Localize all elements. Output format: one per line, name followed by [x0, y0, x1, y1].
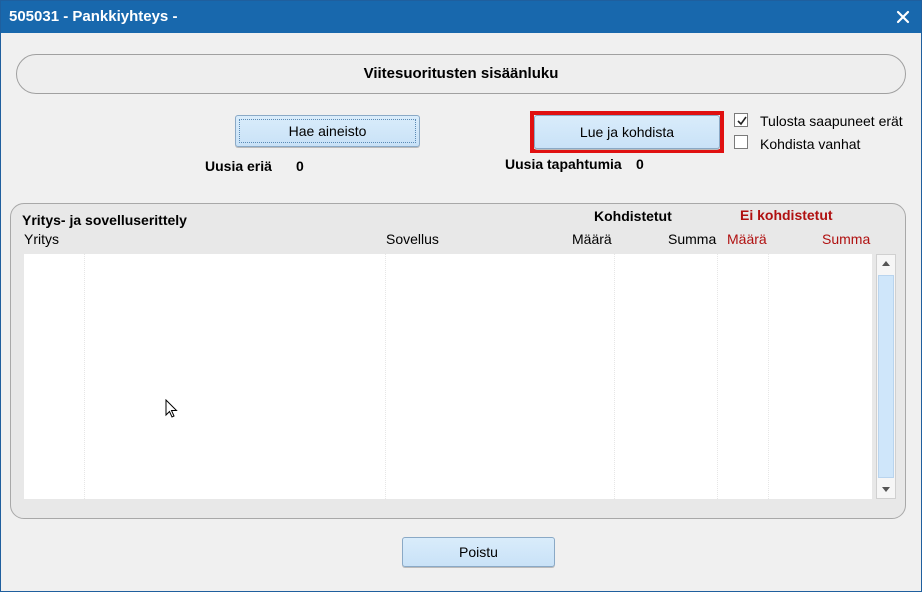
- title-bar[interactable]: 505031 - Pankkiyhteys -: [1, 1, 921, 33]
- close-icon[interactable]: [895, 9, 911, 25]
- matched-group-header: Kohdistetut: [594, 208, 672, 224]
- new-transactions-value: 0: [636, 156, 644, 172]
- new-batches-value: 0: [296, 158, 304, 174]
- match-old-label: Kohdista vanhat: [760, 136, 861, 152]
- read-and-match-label: Lue ja kohdista: [579, 124, 675, 140]
- scroll-track[interactable]: [878, 275, 894, 478]
- new-transactions-label: Uusia tapahtumia: [505, 156, 622, 172]
- column-header-unmatched-sum[interactable]: Summa: [822, 231, 870, 247]
- exit-button[interactable]: Poistu: [402, 537, 555, 567]
- column-divider: [84, 254, 85, 499]
- exit-label: Poistu: [459, 544, 498, 560]
- column-divider: [717, 254, 718, 499]
- print-received-batches-label: Tulosta saapuneet erät: [760, 113, 903, 129]
- column-divider: [385, 254, 386, 499]
- match-old-checkbox[interactable]: [734, 135, 748, 149]
- new-batches-label: Uusia eriä: [205, 158, 272, 174]
- column-header-application[interactable]: Sovellus: [386, 231, 439, 247]
- column-header-matched-sum[interactable]: Summa: [668, 231, 716, 247]
- window-title: 505031 - Pankkiyhteys -: [9, 8, 178, 25]
- scroll-down-icon[interactable]: [877, 480, 895, 498]
- focus-ring: [239, 119, 416, 143]
- breakdown-title: Yritys- ja sovelluserittely: [22, 212, 187, 228]
- column-divider: [768, 254, 769, 499]
- unmatched-group-header: Ei kohdistetut: [740, 207, 833, 223]
- check-icon: [737, 116, 747, 126]
- fetch-data-button[interactable]: Hae aineisto: [235, 115, 420, 147]
- scroll-up-icon[interactable]: [877, 255, 895, 273]
- page-title: Viitesuoritusten sisäänluku: [363, 65, 559, 82]
- column-divider: [614, 254, 615, 499]
- breakdown-table[interactable]: [24, 254, 872, 499]
- vertical-scrollbar[interactable]: [876, 254, 896, 499]
- read-and-match-button[interactable]: Lue ja kohdista: [534, 115, 720, 149]
- dialog-window: 505031 - Pankkiyhteys - Viitesuoritusten…: [0, 0, 922, 592]
- column-header-matched-count[interactable]: Määrä: [572, 231, 612, 247]
- header-panel: Viitesuoritusten sisäänluku: [16, 54, 906, 94]
- print-received-batches-checkbox[interactable]: [734, 113, 748, 127]
- mouse-pointer-icon: [165, 398, 179, 419]
- column-header-company[interactable]: Yritys: [24, 231, 59, 247]
- column-header-unmatched-count[interactable]: Määrä: [727, 231, 767, 247]
